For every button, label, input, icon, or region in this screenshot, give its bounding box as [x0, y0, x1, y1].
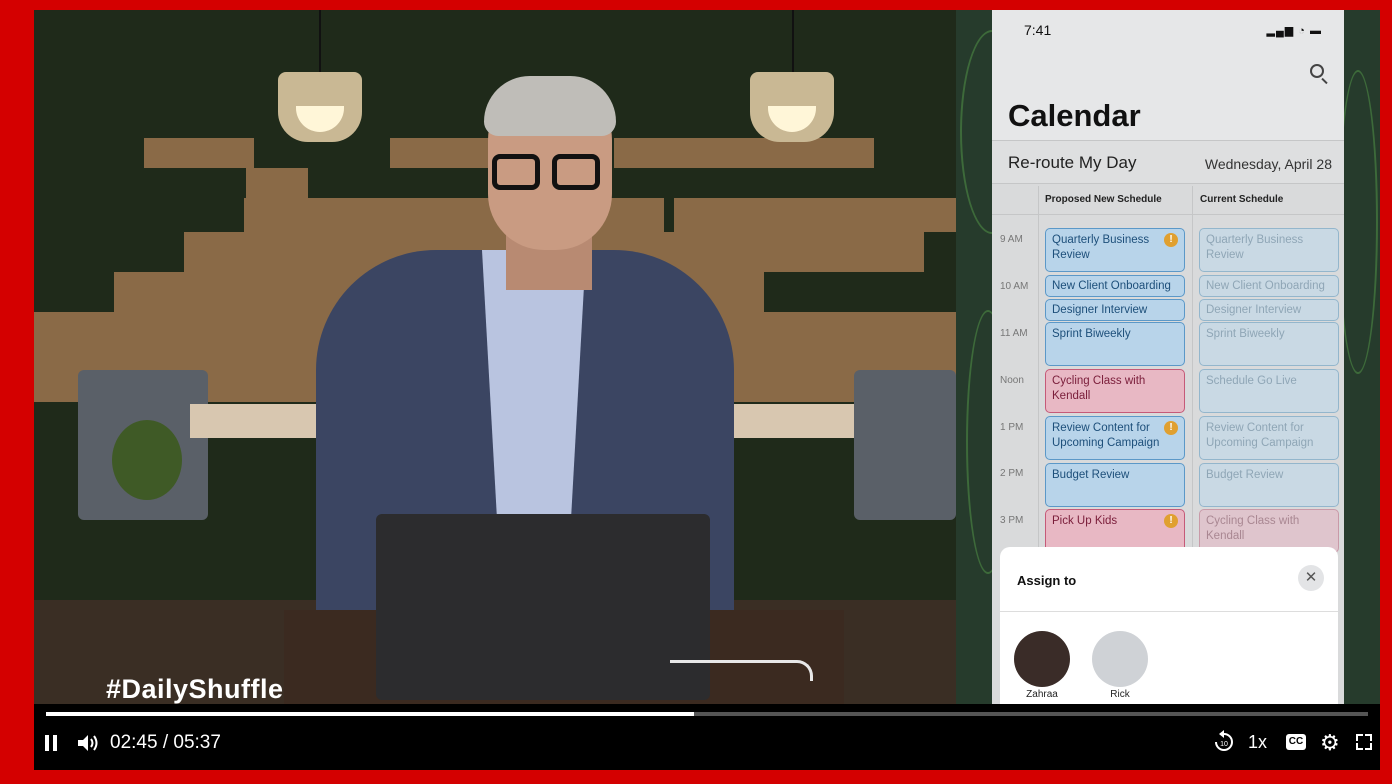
proposed-event[interactable]: New Client Onboarding: [1045, 275, 1185, 297]
time-label: 3 PM: [1000, 515, 1024, 526]
timecode: 02:45 / 05:37: [110, 732, 221, 754]
event-title: Review Content for Upcoming Campaign: [1052, 422, 1160, 449]
proposed-event[interactable]: Cycling Class with Kendall: [1045, 369, 1185, 413]
proposed-event[interactable]: Quarterly Business Review!: [1045, 228, 1185, 272]
warning-icon: !: [1164, 421, 1178, 435]
event-title: Cycling Class with Kendall: [1206, 515, 1300, 542]
fullscreen-icon: [1356, 743, 1363, 750]
captions-button[interactable]: CC: [1286, 734, 1306, 750]
search-icon[interactable]: [1310, 64, 1324, 78]
proposed-event[interactable]: Sprint Biweekly: [1045, 322, 1185, 366]
time-label: Noon: [1000, 375, 1024, 386]
presenter-hair: [484, 76, 616, 136]
time-separator: /: [162, 732, 169, 753]
current-event[interactable]: Schedule Go Live: [1199, 369, 1339, 413]
close-icon[interactable]: ✕: [1298, 565, 1324, 591]
fullscreen-button[interactable]: [1356, 734, 1372, 750]
leaf-decoration: [1338, 70, 1378, 374]
col-proposed-header: Proposed New Schedule: [1045, 194, 1162, 205]
avatar-name: Zahraa: [1026, 689, 1058, 700]
current-event[interactable]: Review Content for Upcoming Campaign: [1199, 416, 1339, 460]
presenter-glasses: [492, 154, 604, 194]
page-frame: #DailyShuffle 7:41 ▂▄▆ ◔ ▬ Calendar Re-r…: [0, 0, 1392, 784]
time-label: 10 AM: [1000, 281, 1029, 292]
time-label: 1 PM: [1000, 422, 1024, 433]
event-title: Budget Review: [1206, 469, 1284, 481]
presenter-shirt: [482, 250, 586, 530]
lamp-cord: [319, 10, 321, 74]
time-label: 2 PM: [1000, 468, 1024, 479]
status-time: 7:41: [1024, 22, 1052, 38]
event-title: Budget Review: [1052, 469, 1130, 481]
video-player[interactable]: #DailyShuffle 7:41 ▂▄▆ ◔ ▬ Calendar Re-r…: [34, 10, 1380, 770]
rewind-10-button[interactable]: 10: [1212, 730, 1236, 760]
event-title: Sprint Biweekly: [1206, 328, 1285, 340]
playback-rate-button[interactable]: 1x: [1248, 732, 1267, 753]
proposed-event[interactable]: Designer Interview: [1045, 299, 1185, 321]
reroute-title: Re-route My Day: [1008, 153, 1137, 172]
wall-plank: [674, 198, 956, 232]
avatar-name: Rick: [1110, 689, 1130, 700]
assign-sheet: Assign to ✕ Zahraa Rick: [1000, 547, 1338, 704]
duration: 05:37: [173, 732, 221, 753]
plant: [112, 420, 182, 500]
avatar[interactable]: [1014, 631, 1070, 687]
settings-gear-icon[interactable]: ⚙: [1320, 730, 1340, 756]
laptop: [376, 514, 710, 700]
current-event[interactable]: Designer Interview: [1199, 299, 1339, 321]
event-title: Cycling Class with Kendall: [1052, 375, 1146, 402]
time-label: 11 AM: [1000, 328, 1028, 339]
schedule-column-headers: Proposed New Schedule Current Schedule: [992, 186, 1344, 215]
avatar[interactable]: [1092, 631, 1148, 687]
assign-title: Assign to: [1017, 573, 1077, 588]
current-time: 02:45: [110, 732, 158, 753]
event-title: Schedule Go Live: [1206, 375, 1297, 387]
volume-icon: [78, 735, 98, 751]
event-title: Quarterly Business Review: [1206, 234, 1304, 261]
event-title: New Client Onboarding: [1052, 280, 1171, 292]
divider: [1000, 611, 1338, 612]
status-bar: 7:41 ▂▄▆ ◔ ▬: [992, 10, 1344, 50]
event-title: Designer Interview: [1206, 304, 1302, 316]
calendar-title: Calendar: [1008, 98, 1141, 133]
current-event[interactable]: Sprint Biweekly: [1199, 322, 1339, 366]
signal-wifi-battery-icon: ▂▄▆ ◔ ▬: [1266, 25, 1322, 37]
volume-button[interactable]: [76, 733, 100, 753]
pendant-lamp: [750, 72, 834, 142]
event-title: Sprint Biweekly: [1052, 328, 1131, 340]
fullscreen-icon: [1365, 743, 1372, 750]
current-event[interactable]: Budget Review: [1199, 463, 1339, 507]
sofa: [854, 370, 956, 520]
wall-plank: [144, 138, 254, 168]
video-hashtag-overlay: #DailyShuffle: [106, 674, 284, 704]
event-title: New Client Onboarding: [1206, 280, 1325, 292]
proposed-event[interactable]: Review Content for Upcoming Campaign!: [1045, 416, 1185, 460]
reroute-header: Re-route My Day Wednesday, April 28: [992, 140, 1344, 184]
current-event[interactable]: Quarterly Business Review: [1199, 228, 1339, 272]
event-title: Designer Interview: [1052, 304, 1148, 316]
col-current-header: Current Schedule: [1200, 194, 1284, 205]
svg-text:10: 10: [1220, 741, 1228, 748]
fullscreen-icon: [1356, 734, 1363, 741]
fullscreen-icon: [1365, 734, 1372, 741]
event-title: Quarterly Business Review: [1052, 234, 1150, 261]
player-controls: 02:45 / 05:37 10 1x CC ⚙: [34, 716, 1380, 770]
current-event[interactable]: New Client Onboarding: [1199, 275, 1339, 297]
event-title: Pick Up Kids: [1052, 515, 1118, 527]
warning-icon: !: [1164, 233, 1178, 247]
proposed-event[interactable]: Budget Review: [1045, 463, 1185, 507]
schedule-date: Wednesday, April 28: [1204, 156, 1332, 172]
wall-plank: [614, 138, 874, 168]
wall-plank: [246, 168, 308, 198]
lamp-cord: [792, 10, 794, 74]
warning-icon: !: [1164, 514, 1178, 528]
cable: [670, 660, 813, 681]
pendant-lamp: [278, 72, 362, 142]
pause-button[interactable]: [44, 735, 58, 751]
rewind-10-icon: 10: [1215, 730, 1233, 751]
time-label: 9 AM: [1000, 234, 1023, 245]
event-title: Review Content for Upcoming Campaign: [1206, 422, 1314, 449]
video-scene[interactable]: #DailyShuffle 7:41 ▂▄▆ ◔ ▬ Calendar Re-r…: [34, 10, 1380, 704]
